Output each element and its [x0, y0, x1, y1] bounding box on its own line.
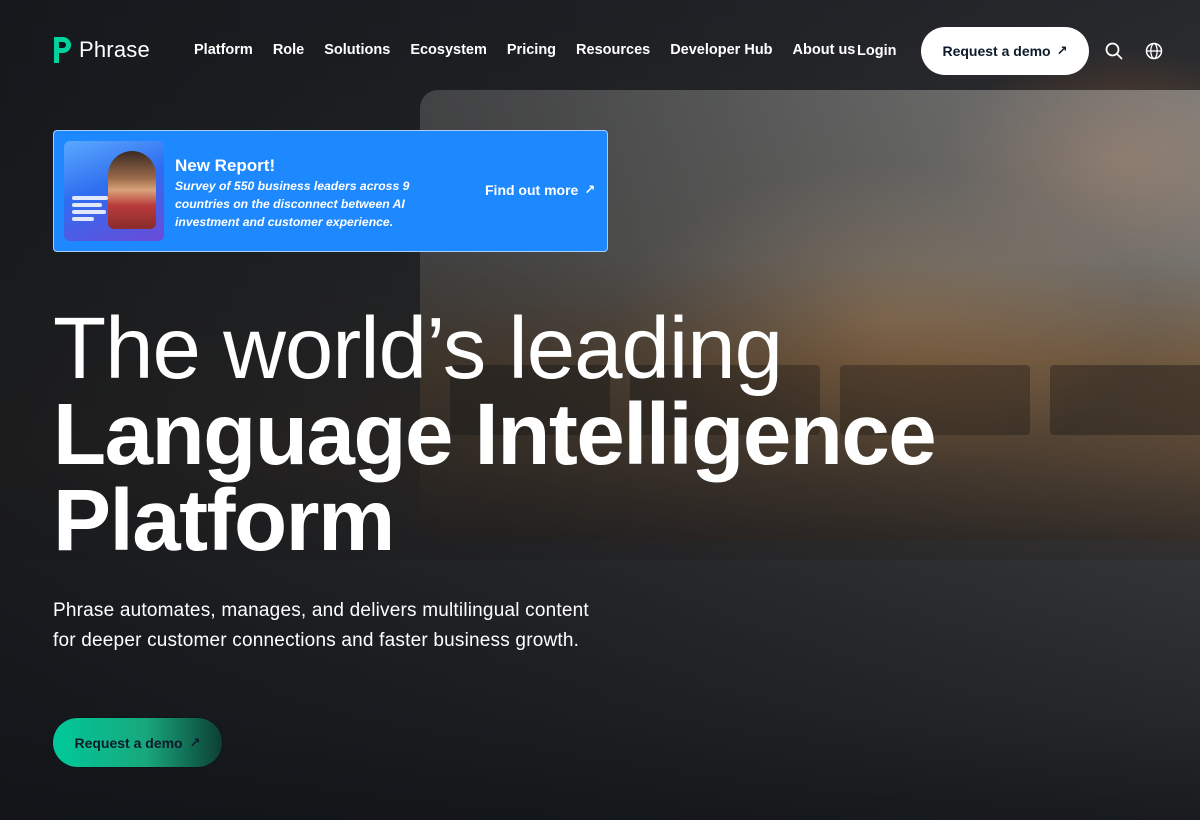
- nav-item-pricing[interactable]: Pricing: [507, 42, 556, 58]
- site-header: Phrase Platform Role Solutions Ecosystem…: [0, 0, 1200, 100]
- arrow-up-right-icon: ↗: [584, 182, 596, 197]
- promo-title: New Report!: [175, 156, 276, 175]
- nav-item-solutions[interactable]: Solutions: [324, 42, 390, 58]
- hero-heading-line-1: The world’s leading: [53, 300, 783, 397]
- nav-item-role[interactable]: Role: [273, 42, 304, 58]
- arrow-up-right-icon: ↗: [1056, 43, 1068, 58]
- nav-item-ecosystem[interactable]: Ecosystem: [410, 42, 487, 58]
- arrow-up-right-icon: ↗: [189, 734, 201, 750]
- promo-description: Survey of 550 business leaders across 9 …: [175, 179, 410, 229]
- find-out-more-label: Find out more: [485, 182, 579, 198]
- report-cover-text-lines: [72, 196, 112, 224]
- hero-heading-line-2: Language Intelligence: [53, 386, 937, 483]
- find-out-more-link[interactable]: Find out more ↗: [485, 182, 595, 198]
- request-demo-button-header[interactable]: Request a demo ↗: [921, 27, 1089, 75]
- hero-cta-label: Request a demo: [74, 734, 183, 751]
- logo-wordmark: Phrase: [79, 37, 150, 62]
- hero-heading-line-3: Platform: [53, 472, 395, 569]
- request-demo-button-hero[interactable]: Request a demo ↗: [53, 718, 222, 767]
- report-cover-image: [64, 141, 164, 241]
- globe-icon[interactable]: [1143, 40, 1165, 62]
- nav-item-resources[interactable]: Resources: [576, 42, 650, 58]
- main-nav: Platform Role Solutions Ecosystem Pricin…: [194, 42, 855, 58]
- search-icon[interactable]: [1103, 40, 1125, 62]
- phrase-logo[interactable]: Phrase: [53, 36, 150, 64]
- hero-heading: The world’s leading Language Intelligenc…: [53, 300, 1053, 569]
- nav-item-about-us[interactable]: About us: [793, 42, 856, 58]
- report-cover-person: [108, 151, 156, 229]
- phrase-logo-icon: [54, 37, 71, 63]
- nav-item-developer-hub[interactable]: Developer Hub: [670, 42, 772, 58]
- hero-subtitle: Phrase automates, manages, and delivers …: [53, 600, 589, 651]
- login-link[interactable]: Login: [857, 43, 896, 59]
- request-demo-label: Request a demo: [942, 43, 1051, 59]
- report-promo-card[interactable]: New Report! Survey of 550 business leade…: [53, 130, 608, 252]
- nav-item-platform[interactable]: Platform: [194, 42, 253, 58]
